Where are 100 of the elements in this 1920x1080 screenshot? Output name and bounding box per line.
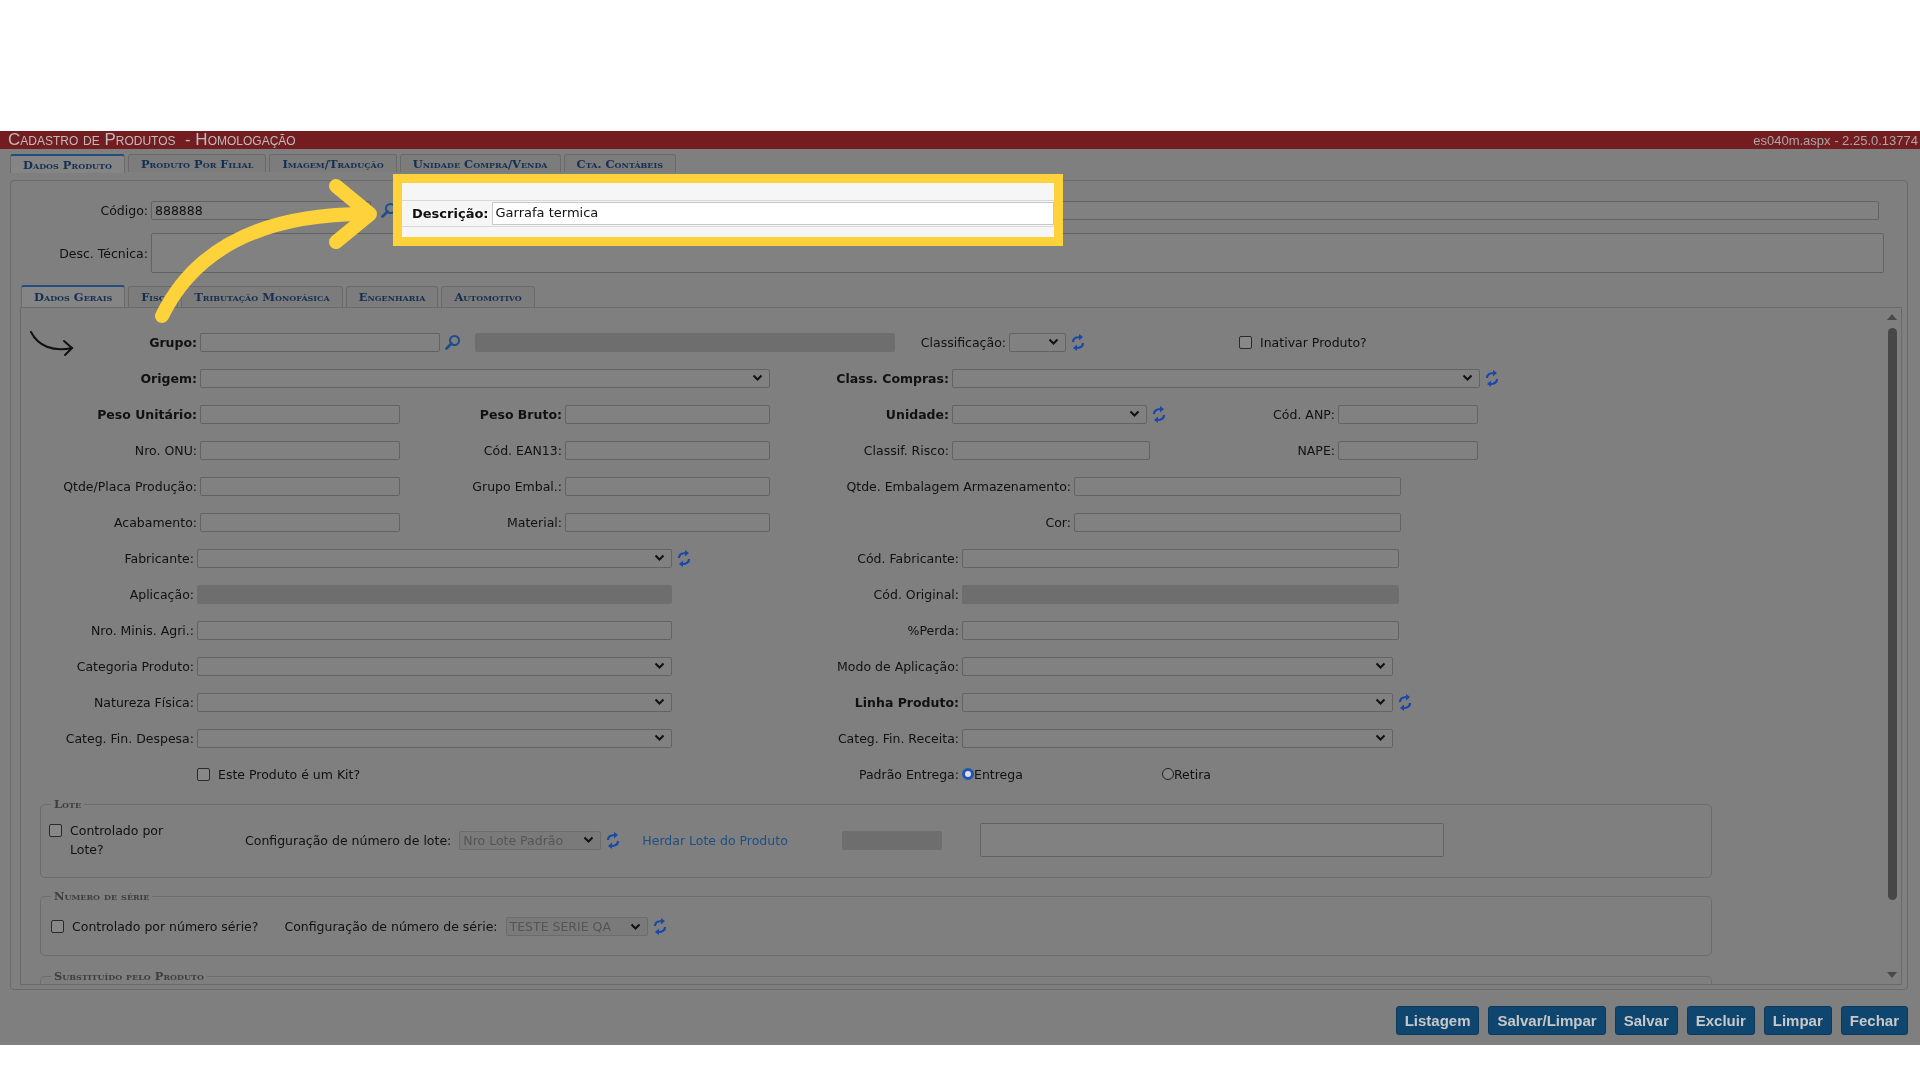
dropdown[interactable] (962, 656, 1393, 676)
dropdown[interactable] (197, 548, 672, 568)
field-label: Cód. Fabricante: (857, 550, 959, 566)
caret-icon (1375, 734, 1386, 742)
action-button[interactable]: Salvar/Limpar (1488, 1006, 1606, 1035)
field-label: Classificação: (920, 334, 1006, 350)
dropdown[interactable] (197, 692, 672, 712)
field-label: Código: (99, 202, 149, 218)
text-field[interactable] (565, 440, 770, 460)
tab[interactable]: Automotivo (441, 286, 535, 307)
checkbox[interactable] (49, 824, 62, 837)
field-label: Cód. EAN13: (483, 442, 562, 458)
caret-icon (654, 554, 665, 562)
text-field[interactable] (1338, 404, 1478, 424)
caret-icon (1462, 374, 1473, 382)
checkbox[interactable] (1239, 335, 1252, 349)
text-field[interactable] (200, 404, 400, 424)
field-label: Linha Produto: (854, 694, 959, 710)
radio-button[interactable] (962, 768, 974, 780)
field-label: Desc. Técnica: (58, 245, 149, 261)
field-label: Configuração de número de série: (284, 919, 498, 934)
text-field[interactable] (565, 476, 770, 496)
caret-icon (629, 922, 641, 931)
checkbox[interactable] (197, 767, 210, 781)
group-title: Lote (51, 797, 85, 811)
field-label: Nro. ONU: (134, 442, 197, 458)
dropdown[interactable] (197, 656, 672, 676)
checkbox-label: Este Produto é um Kit? (218, 766, 361, 782)
dropdown[interactable] (952, 368, 1480, 388)
caret-icon (583, 836, 595, 844)
checkbox-label: Controlado por Lote? (70, 822, 165, 859)
tab[interactable]: Cta. Contábeis (563, 154, 676, 172)
field-label: Class. Compras: (836, 370, 949, 386)
text-field[interactable] (1061, 200, 1879, 220)
text-field[interactable] (1074, 476, 1401, 496)
dropdown[interactable] (200, 368, 770, 388)
action-button[interactable]: Limpar (1763, 1006, 1832, 1035)
text-field[interactable] (1338, 440, 1478, 460)
caret-icon (654, 662, 665, 670)
field-label: Material: (507, 514, 562, 530)
tab[interactable]: Tributação Monofásica (181, 286, 343, 307)
text-field[interactable] (197, 620, 672, 640)
action-button[interactable]: Fechar (1840, 1006, 1908, 1035)
group-title: Substituído pelo Produto (51, 969, 207, 983)
tab[interactable]: Engenharia (345, 286, 439, 307)
refresh-icon[interactable] (1398, 693, 1412, 711)
tab[interactable]: Dados Produto (10, 154, 125, 173)
tab[interactable]: Unidade Compra/Venda (399, 154, 561, 172)
caret-icon (752, 374, 763, 382)
dropdown[interactable] (962, 692, 1393, 712)
refresh-icon[interactable] (606, 831, 621, 849)
tab[interactable]: Dados Gerais (21, 285, 126, 307)
text-field[interactable] (962, 620, 1399, 640)
field-label: Unidade: (885, 406, 949, 422)
checkbox[interactable] (51, 920, 64, 933)
group-title: Numero de série (51, 889, 153, 903)
field-label: Categ. Fin. Receita: (837, 730, 959, 746)
refresh-icon[interactable] (677, 549, 691, 567)
caret-icon (1048, 338, 1059, 346)
text-field[interactable] (565, 404, 770, 424)
field-label: Cor: (1045, 514, 1071, 530)
refresh-icon[interactable] (1152, 405, 1166, 423)
text-field[interactable] (200, 476, 400, 496)
version-label: es040m.aspx - 2.25.0.13774 (1753, 132, 1918, 148)
text-field[interactable] (200, 440, 400, 460)
refresh-icon[interactable] (652, 918, 667, 935)
radio-button[interactable] (1162, 768, 1174, 780)
curved-arrow-icon (30, 331, 74, 356)
tab[interactable]: Imagem/Tradução (269, 154, 397, 172)
dropdown[interactable] (962, 728, 1393, 748)
dropdown[interactable] (952, 404, 1147, 424)
field-label: Categ. Fin. Despesa: (65, 730, 194, 746)
field-label: Categoria Produto: (76, 658, 194, 674)
field-label: Acabamento: (114, 514, 197, 530)
field-label: Cód. Original: (873, 586, 959, 602)
text-field[interactable] (200, 332, 440, 352)
text-field[interactable] (952, 440, 1150, 460)
text-field[interactable] (200, 512, 400, 532)
field-label: Fabricante: (124, 550, 194, 566)
action-button[interactable]: Excluir (1686, 1006, 1755, 1035)
field-label: Padrão Entrega: (858, 766, 959, 782)
dropdown[interactable] (1009, 332, 1066, 352)
text-field[interactable] (1074, 512, 1401, 532)
text-field[interactable] (962, 548, 1399, 568)
field-label: Qtde. Embalagem Armazenamento: (846, 478, 1071, 494)
action-button[interactable]: Salvar (1614, 1006, 1678, 1035)
dropdown[interactable] (197, 728, 672, 748)
refresh-icon[interactable] (1071, 333, 1085, 351)
refresh-icon[interactable] (1485, 369, 1499, 387)
field-label: Cód. ANP: (1273, 406, 1335, 422)
field-label: Origem: (140, 370, 197, 386)
action-button[interactable]: Listagem (1395, 1006, 1480, 1035)
window-title: Cadastro de Produtos - Homologação (8, 130, 296, 150)
tab[interactable]: Produto Por Filial (127, 154, 267, 172)
field-label: Descrição: (411, 206, 490, 221)
link[interactable]: Herdar Lote do Produto (642, 832, 788, 848)
text-field[interactable]: Garrafa termica (491, 202, 1054, 225)
text-field[interactable] (565, 512, 770, 532)
field-label: Modo de Aplicação: (837, 658, 959, 674)
checkbox-label: Controlado por número série? (72, 919, 259, 934)
